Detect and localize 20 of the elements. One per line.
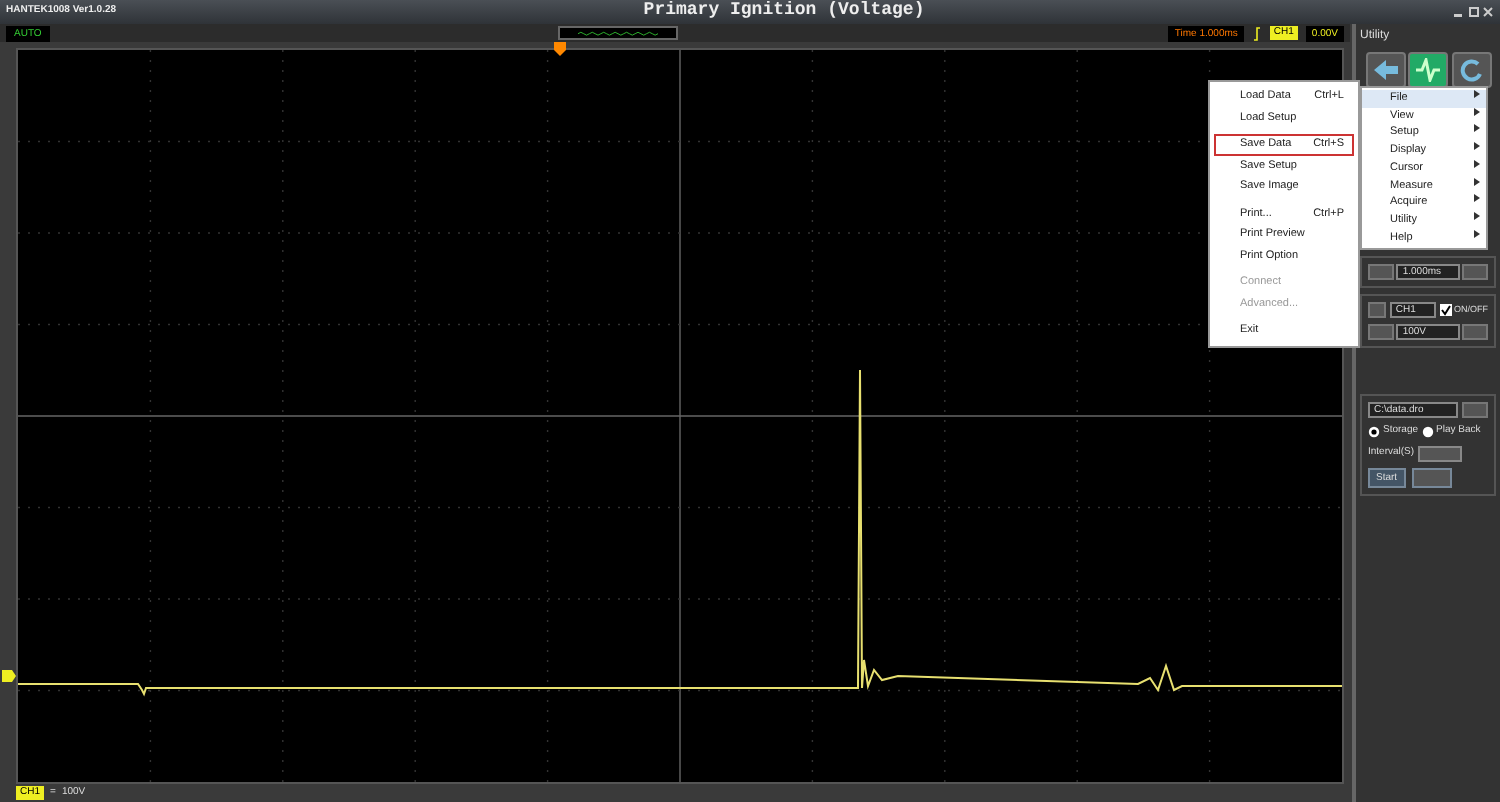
interval-select[interactable] — [1417, 445, 1462, 461]
radio-button[interactable] — [1421, 425, 1434, 438]
back-arrow-icon — [1371, 58, 1399, 82]
trigger-position-marker — [554, 42, 566, 57]
browse-button[interactable] — [1461, 402, 1488, 418]
back-arrow-button[interactable] — [1365, 52, 1405, 88]
stop-button[interactable] — [1411, 467, 1452, 487]
channel-marker — [2, 670, 16, 683]
maximize-icon[interactable] — [1467, 6, 1479, 18]
refresh-icon — [1457, 58, 1485, 82]
radio-button[interactable] — [1368, 425, 1380, 438]
trigger-edge-icon — [1251, 25, 1262, 42]
submenu-arrow-icon — [1474, 90, 1480, 98]
window-title: Primary Ignition (Voltage) — [641, 0, 927, 25]
refresh-button[interactable] — [1451, 52, 1491, 88]
on-off-checkbox[interactable] — [1439, 304, 1451, 316]
close-icon[interactable] — [1482, 6, 1494, 18]
waveform-button[interactable] — [1408, 52, 1448, 88]
trigger-status-icon — [557, 26, 678, 41]
waveform-icon — [1414, 58, 1442, 82]
